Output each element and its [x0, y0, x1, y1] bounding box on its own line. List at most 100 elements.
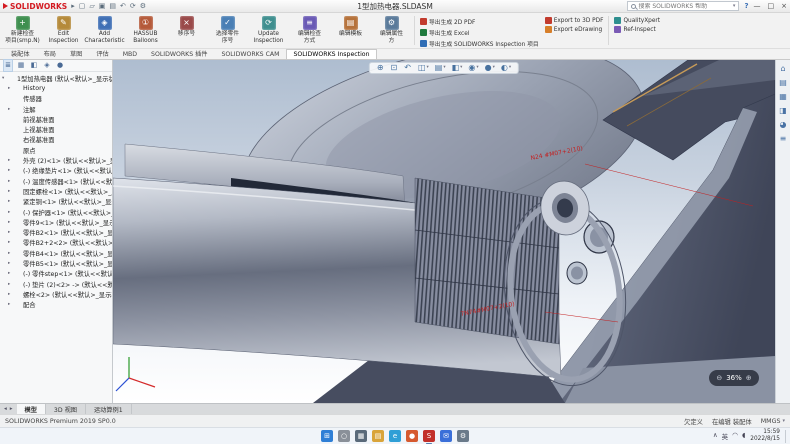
search-caret-icon[interactable]: ▾ [733, 3, 736, 9]
tree-item[interactable]: 前视基准面 [0, 114, 112, 124]
ribbon-export-button[interactable]: Export to 3D PDF [545, 17, 604, 24]
help-search-box[interactable]: ▾ [627, 1, 739, 11]
feature-manager-tab[interactable]: ≣ [3, 59, 13, 72]
expand-arrow-icon[interactable]: ▸ [8, 292, 14, 297]
tree-item[interactable]: ▸ 螺栓<2> (默认<<默认>_显示状态-1>) [0, 289, 112, 299]
file-explorer-button[interactable]: ▤ [372, 430, 384, 442]
help-search-input[interactable] [638, 3, 730, 10]
tray-chevron-icon[interactable]: ∧ [713, 431, 718, 441]
maximize-button[interactable]: □ [768, 2, 775, 10]
network-icon[interactable]: ◠ [732, 431, 738, 441]
solidworks-button[interactable]: S [423, 430, 435, 442]
volume-icon[interactable]: ◖ [742, 431, 745, 441]
tree-item[interactable]: 原点 [0, 145, 112, 155]
tree-item[interactable]: ▸ (-) 绝缘垫片<1> (默认<<默认>_显示状态-1>) [0, 166, 112, 176]
close-button[interactable]: × [781, 2, 787, 10]
ribbon-tab[interactable]: SOLIDWORKS 插件 [144, 47, 214, 59]
tree-item[interactable]: ▸ 零件B4<1> (默认<<默认>_显示状态-1>) [0, 248, 112, 258]
ribbon-export-button[interactable]: Export eDrawing [545, 26, 604, 33]
expand-arrow-icon[interactable]: ▾ [2, 76, 8, 81]
search-button[interactable]: ○ [338, 430, 350, 442]
tree-item[interactable]: ▸ 零件9<1> (默认<<默认>_显示状态-1>) [0, 217, 112, 227]
expand-arrow-icon[interactable]: ▸ [8, 271, 14, 276]
zoom-in-icon[interactable]: ⊕ [746, 374, 752, 382]
tabs-scroll-right-icon[interactable]: ▸ [10, 406, 13, 412]
tree-item[interactable]: ▸ 外壳 (2)<1> (默认<<默认>_显示状态-1>) [0, 155, 112, 165]
expand-arrow-icon[interactable]: ▸ [8, 179, 14, 184]
configuration-manager-tab[interactable]: ◧ [29, 60, 39, 71]
ribbon-tab[interactable]: SOLIDWORKS Inspection [286, 49, 376, 59]
ribbon-tab[interactable]: 评估 [89, 47, 115, 59]
tree-item[interactable]: ▸ 零件B2+2<2> (默认<<默认>_显示状态-1>) [0, 238, 112, 248]
expand-arrow-icon[interactable]: ▸ [8, 168, 14, 173]
expand-arrow-icon[interactable]: ▸ [8, 230, 14, 235]
tree-item[interactable]: ▸ 紧定铜<1> (默认<<默认>_显示状态-1>) [0, 197, 112, 207]
zoom-fit-icon[interactable]: ⊕ [375, 64, 387, 72]
rebuild-icon[interactable]: ⟳ [130, 3, 136, 10]
help-icon[interactable]: ? [744, 2, 748, 10]
browser-button[interactable]: ● [406, 430, 418, 442]
edit-inspection-method-button[interactable]: ≡ 编辑检查 方式 [289, 14, 330, 47]
mail-button[interactable]: ✉ [440, 430, 452, 442]
units-selector[interactable]: MMGS ▾ [761, 418, 785, 425]
edge-button[interactable]: e [389, 430, 401, 442]
expand-arrow-icon[interactable]: ▸ [8, 220, 14, 225]
expand-arrow-icon[interactable]: ▸ [8, 189, 14, 194]
expand-arrow-icon[interactable]: ▸ [8, 302, 14, 307]
tree-item[interactable]: ▸ (-) 温度传感器<1> (默认<<默认>_显示状态-1>) [0, 176, 112, 186]
edit-properties-button[interactable]: ⚙ 编辑属性 方 [371, 14, 412, 47]
tabs-scroll-left-icon[interactable]: ◂ [4, 406, 7, 412]
zoom-out-icon[interactable]: ⊖ [716, 374, 722, 382]
zoom-area-icon[interactable]: ⊡ [389, 64, 401, 72]
custom-properties-icon[interactable]: ≡ [780, 135, 787, 143]
design-library-icon[interactable]: ▤ [779, 79, 787, 87]
appearances-icon[interactable]: ● ▾ [483, 64, 497, 72]
ribbon-tab[interactable]: SOLIDWORKS CAM [215, 49, 287, 59]
tree-item[interactable]: ▸ (-) 垫片 (2)<2> -> (默认<<默认>_显示状态-1>) [0, 279, 112, 289]
reballoon-button[interactable]: ① HASSUB Balloons [125, 14, 166, 47]
expand-arrow-icon[interactable]: ▸ [8, 210, 14, 215]
tree-item[interactable]: ▸ 固定螺栓<1> (默认<<默认>_显示状态-1>) [0, 186, 112, 196]
file-explorer-pane-icon[interactable]: ▦ [779, 93, 787, 101]
tree-item[interactable]: ▸ 注解 [0, 104, 112, 114]
save-icon[interactable]: ▣ [99, 3, 106, 10]
tree-item[interactable]: 传感器 [0, 94, 112, 104]
new-file-icon[interactable]: ▢ [79, 3, 86, 10]
view-orientation-icon[interactable]: ▤ ▾ [433, 64, 448, 72]
expand-arrow-icon[interactable]: ▸ [8, 261, 14, 266]
tree-item[interactable]: ▸ 配合 [0, 300, 112, 310]
update-inspection-project-button[interactable]: ⟳ Update Inspection [248, 14, 289, 47]
ime-indicator[interactable]: 英 [722, 431, 729, 441]
expand-arrow-icon[interactable]: ▸ [8, 107, 14, 112]
undo-icon[interactable]: ↶ [120, 3, 126, 10]
previous-view-icon[interactable]: ↶ [402, 64, 414, 72]
tree-item[interactable]: ▸ 零件B5<1> (默认<<默认>_显示状态-1>) [0, 258, 112, 268]
remove-balloons-button[interactable]: × 移序号 [166, 14, 207, 47]
minimize-button[interactable]: — [754, 2, 761, 10]
ribbon-tab[interactable]: 草图 [63, 47, 89, 59]
expand-arrow-icon[interactable]: ▸ [8, 240, 14, 245]
options-icon[interactable]: ⚙ [140, 3, 146, 10]
ribbon-tab[interactable]: 布局 [37, 47, 63, 59]
open-file-icon[interactable]: ▱ [89, 3, 94, 10]
expand-arrow-icon[interactable]: ▸ [8, 282, 14, 287]
ribbon-export-button[interactable]: 导出生成 2D PDF [420, 17, 539, 26]
task-view-button[interactable]: ▦ [355, 430, 367, 442]
property-manager-tab[interactable]: ▦ [16, 60, 26, 71]
tree-item[interactable]: ▸ 零件B2<1> (默认<<默认>_显示状态-1>) [0, 227, 112, 237]
start-button[interactable]: ⊞ [321, 430, 333, 442]
expand-arrow-icon[interactable]: ▸ [8, 158, 14, 163]
model-view-tab[interactable]: 模型 [17, 404, 46, 414]
tree-item[interactable]: 右视基准面 [0, 135, 112, 145]
ribbon-tab[interactable]: MBD [116, 49, 144, 59]
tree-item[interactable]: 上视基准面 [0, 124, 112, 134]
tree-item[interactable]: ▸ (-) 零件step<1> (默认<<默认>_显示状态-1>) [0, 269, 112, 279]
ribbon-export-button[interactable]: 导出生成 SOLIDWORKS Inspection 项目 [420, 39, 539, 48]
tree-item[interactable]: ▾ 1型加热电器 (默认<默认>_显示状态-1) [0, 73, 112, 83]
dimxpert-manager-tab[interactable]: ◈ [42, 60, 52, 71]
expand-arrow-icon[interactable]: ▸ [8, 251, 14, 256]
zoom-indicator[interactable]: ⊖ 36% ⊕ [709, 370, 759, 386]
view-palette-icon[interactable]: ◨ [779, 107, 787, 115]
model-fin-pack[interactable] [415, 178, 559, 344]
ribbon-export-button[interactable]: 导出生成 Excel [420, 28, 539, 37]
